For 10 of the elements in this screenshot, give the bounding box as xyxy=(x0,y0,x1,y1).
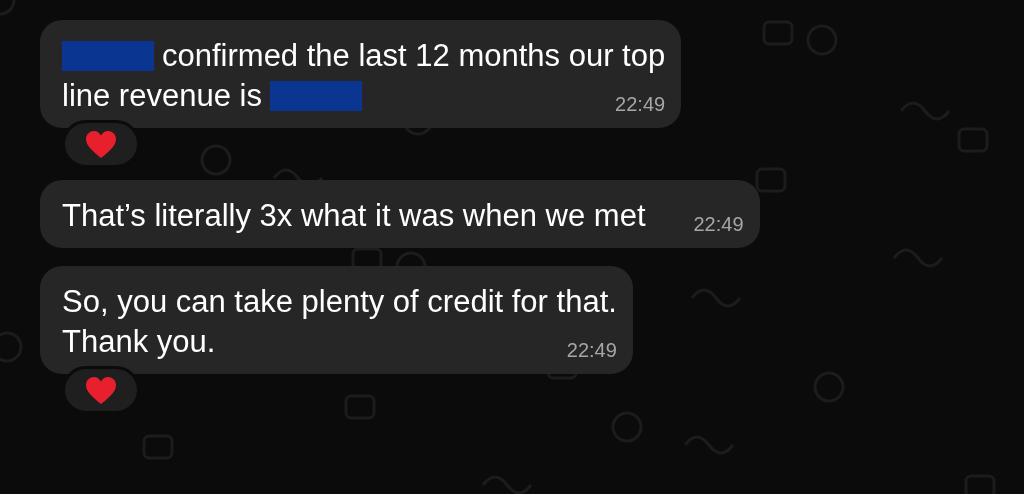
message-text: Thank you. xyxy=(62,323,216,361)
message-time: 22:49 xyxy=(692,212,744,236)
message-text: That’s literally 3x what it was when we met xyxy=(62,197,646,235)
message-time: 22:49 xyxy=(565,338,617,362)
message-text: confirmed the last 12 months our top xyxy=(162,37,666,75)
heart-icon xyxy=(85,129,117,159)
heart-icon xyxy=(85,375,117,405)
message-text: So, you can take plenty of credit for that. xyxy=(62,283,617,321)
message-text: line revenue is xyxy=(62,77,262,115)
message-time: 22:49 xyxy=(614,92,666,116)
